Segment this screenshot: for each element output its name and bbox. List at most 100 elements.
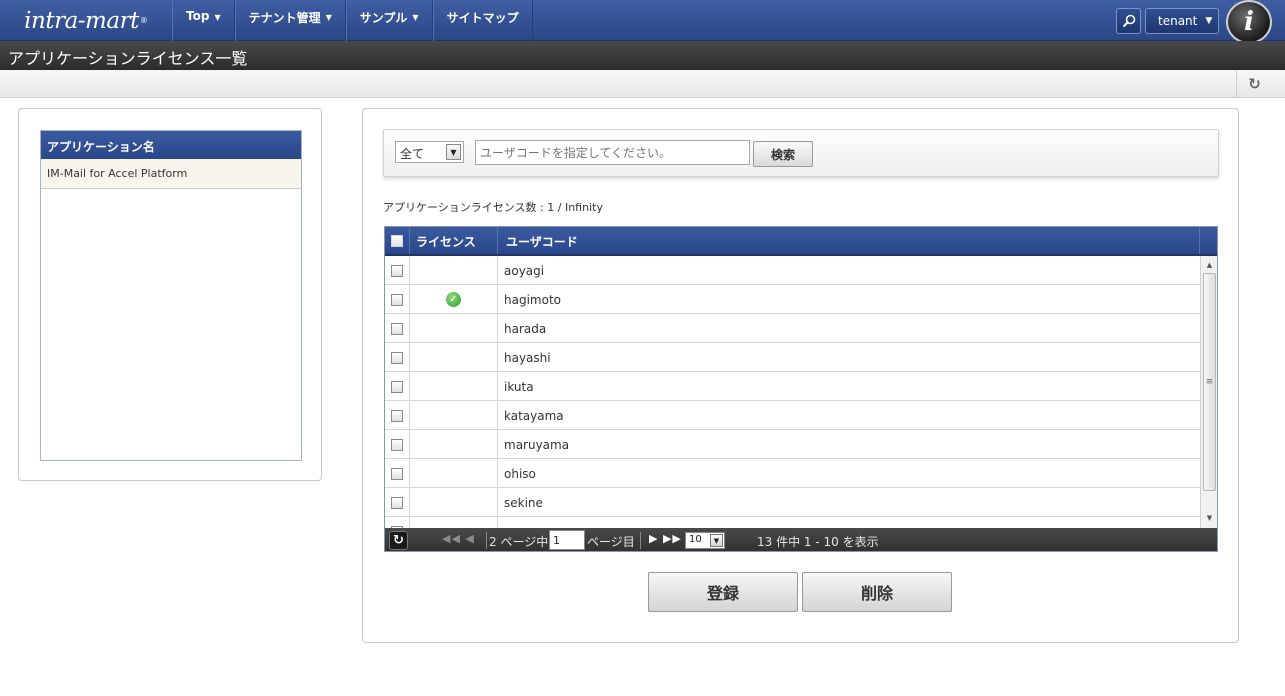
scroll-down-icon[interactable]: ▼: [1201, 511, 1217, 525]
grid-reload-button[interactable]: ↻: [389, 531, 408, 550]
row-select-cell: [385, 430, 410, 459]
rows-per-page-select[interactable]: 10 ▼: [685, 532, 725, 549]
page-refresh-button[interactable]: ↻: [1236, 70, 1272, 98]
table-row[interactable]: ohiso: [385, 459, 1200, 488]
license-cell: [410, 488, 498, 517]
license-cell: [410, 343, 498, 372]
badge-letter: i: [1244, 7, 1254, 37]
user-code-cell: ohiso: [504, 467, 536, 481]
nav-item-tenant-admin[interactable]: テナント管理 ▼: [234, 0, 346, 41]
license-cell: ✓: [410, 285, 498, 314]
row-checkbox[interactable]: [391, 409, 403, 422]
logo-registered-mark: ®: [139, 16, 148, 25]
intra-mart-logo[interactable]: intra-mart ®: [0, 0, 172, 41]
user-code-cell: ikuta: [504, 380, 534, 394]
license-filter-value: 全て: [400, 147, 425, 161]
register-button[interactable]: 登録: [648, 572, 798, 612]
license-cell: [410, 401, 498, 430]
table-row[interactable]: sekine: [385, 488, 1200, 517]
user-code-cell: hayashi: [504, 351, 551, 365]
row-checkbox[interactable]: [391, 264, 403, 277]
grid-body: aoyagi ✓ hagimoto harada hayashi ikuta katayam…: [385, 256, 1200, 528]
pager-divider: [640, 532, 641, 549]
main-menu: Top ▼ テナント管理 ▼ サンプル ▼ サイトマップ: [172, 0, 533, 41]
user-code-cell: maruyama: [504, 438, 570, 452]
row-select-cell: [385, 488, 410, 517]
first-prev-page-icon[interactable]: ◀◀ ◀: [442, 532, 475, 545]
user-code-cell: katayama: [504, 409, 564, 423]
column-header-license[interactable]: ライセンス: [410, 227, 498, 254]
page-number-input[interactable]: 1: [549, 530, 585, 550]
column-header-user-code[interactable]: ユーザコード: [498, 227, 1200, 254]
license-cell: [410, 459, 498, 488]
user-code-search-input[interactable]: [475, 140, 750, 165]
table-row[interactable]: aoyagi: [385, 256, 1200, 285]
chevron-down-icon: ▼: [710, 534, 723, 547]
record-range-text: 13 件中 1 - 10 を表示: [757, 535, 879, 549]
nav-item-tenant-admin-label: テナント管理: [248, 11, 321, 25]
user-badge-icon[interactable]: i: [1226, 0, 1272, 44]
table-row[interactable]: katayama: [385, 401, 1200, 430]
row-checkbox[interactable]: [391, 467, 403, 480]
caret-down-icon: ▼: [214, 13, 221, 22]
tenant-menu-button[interactable]: tenant ▼: [1145, 8, 1219, 34]
license-cell: [410, 256, 498, 285]
select-all-cell: [385, 227, 410, 254]
row-checkbox[interactable]: [391, 293, 403, 306]
delete-button[interactable]: 削除: [802, 572, 952, 612]
page-title-bar: アプリケーションライセンス一覧: [0, 41, 1285, 70]
table-row[interactable]: harada: [385, 314, 1200, 343]
table-row[interactable]: ✓ hagimoto: [385, 285, 1200, 314]
top-nav-bar: intra-mart ® Top ▼ テナント管理 ▼ サンプル ▼ サイトマッ…: [0, 0, 1285, 44]
nav-item-top[interactable]: Top ▼: [172, 0, 235, 41]
row-select-cell: [385, 401, 410, 430]
refresh-icon: ↻: [1248, 75, 1261, 93]
pager-divider: [486, 532, 487, 549]
caret-down-icon: ▼: [412, 13, 419, 22]
license-cell: [410, 430, 498, 459]
row-select-cell: [385, 372, 410, 401]
search-filter-box: 全て ▼ 検索: [383, 129, 1219, 177]
application-list-item[interactable]: IM-Mail for Accel Platform: [41, 159, 301, 189]
row-checkbox[interactable]: [391, 438, 403, 451]
application-list-panel: アプリケーション名 IM-Mail for Accel Platform: [18, 108, 322, 481]
table-row[interactable]: [385, 517, 1200, 528]
user-code-cell: sekine: [504, 496, 543, 510]
license-filter-select[interactable]: 全て ▼: [395, 141, 464, 163]
row-checkbox[interactable]: [391, 380, 403, 393]
license-user-grid: ライセンス ユーザコード aoyagi ✓ hagimoto harada hayash…: [384, 226, 1218, 552]
row-checkbox[interactable]: [391, 496, 403, 509]
grid-header: ライセンス ユーザコード: [385, 227, 1217, 256]
logo-text: intra-mart: [24, 7, 139, 34]
row-checkbox[interactable]: [391, 351, 403, 364]
global-search-button[interactable]: [1116, 8, 1141, 34]
search-button[interactable]: 検索: [753, 141, 813, 167]
nav-item-sitemap-label: サイトマップ: [446, 11, 519, 25]
total-pages-text: 2 ページ中: [489, 535, 549, 549]
page-toolstrip: ↻: [0, 70, 1285, 98]
select-all-checkbox[interactable]: [391, 234, 403, 247]
nav-item-sample[interactable]: サンプル ▼: [345, 0, 433, 41]
row-checkbox[interactable]: [391, 322, 403, 335]
row-select-cell: [385, 285, 410, 314]
row-select-cell: [385, 459, 410, 488]
license-panel: 全て ▼ 検索 アプリケーションライセンス数 : 1 / Infinity ライ…: [362, 108, 1239, 643]
row-select-cell: [385, 314, 410, 343]
tenant-label: tenant: [1158, 14, 1198, 28]
scroll-thumb[interactable]: ≡: [1203, 273, 1216, 491]
table-row[interactable]: maruyama: [385, 430, 1200, 459]
search-icon: [1122, 14, 1135, 28]
user-code-cell: aoyagi: [504, 264, 545, 278]
nav-item-sitemap[interactable]: サイトマップ: [432, 0, 533, 41]
grid-vertical-scrollbar[interactable]: ▲ ≡ ▼: [1200, 256, 1217, 528]
table-row[interactable]: hayashi: [385, 343, 1200, 372]
rows-per-page-value: 10: [689, 534, 702, 545]
user-code-cell: harada: [504, 322, 547, 336]
grid-pager: ↻ ◀◀ ◀ 2 ページ中 1 ページ目 ▶ ▶▶ 10 ▼ 13 件中 1 -…: [385, 528, 1217, 551]
row-select-cell: [385, 256, 410, 285]
application-list: アプリケーション名 IM-Mail for Accel Platform: [40, 130, 302, 461]
scroll-up-icon[interactable]: ▲: [1201, 258, 1217, 272]
next-last-page-icon[interactable]: ▶ ▶▶: [649, 532, 682, 545]
table-row[interactable]: ikuta: [385, 372, 1200, 401]
application-list-header: アプリケーション名: [41, 131, 301, 159]
